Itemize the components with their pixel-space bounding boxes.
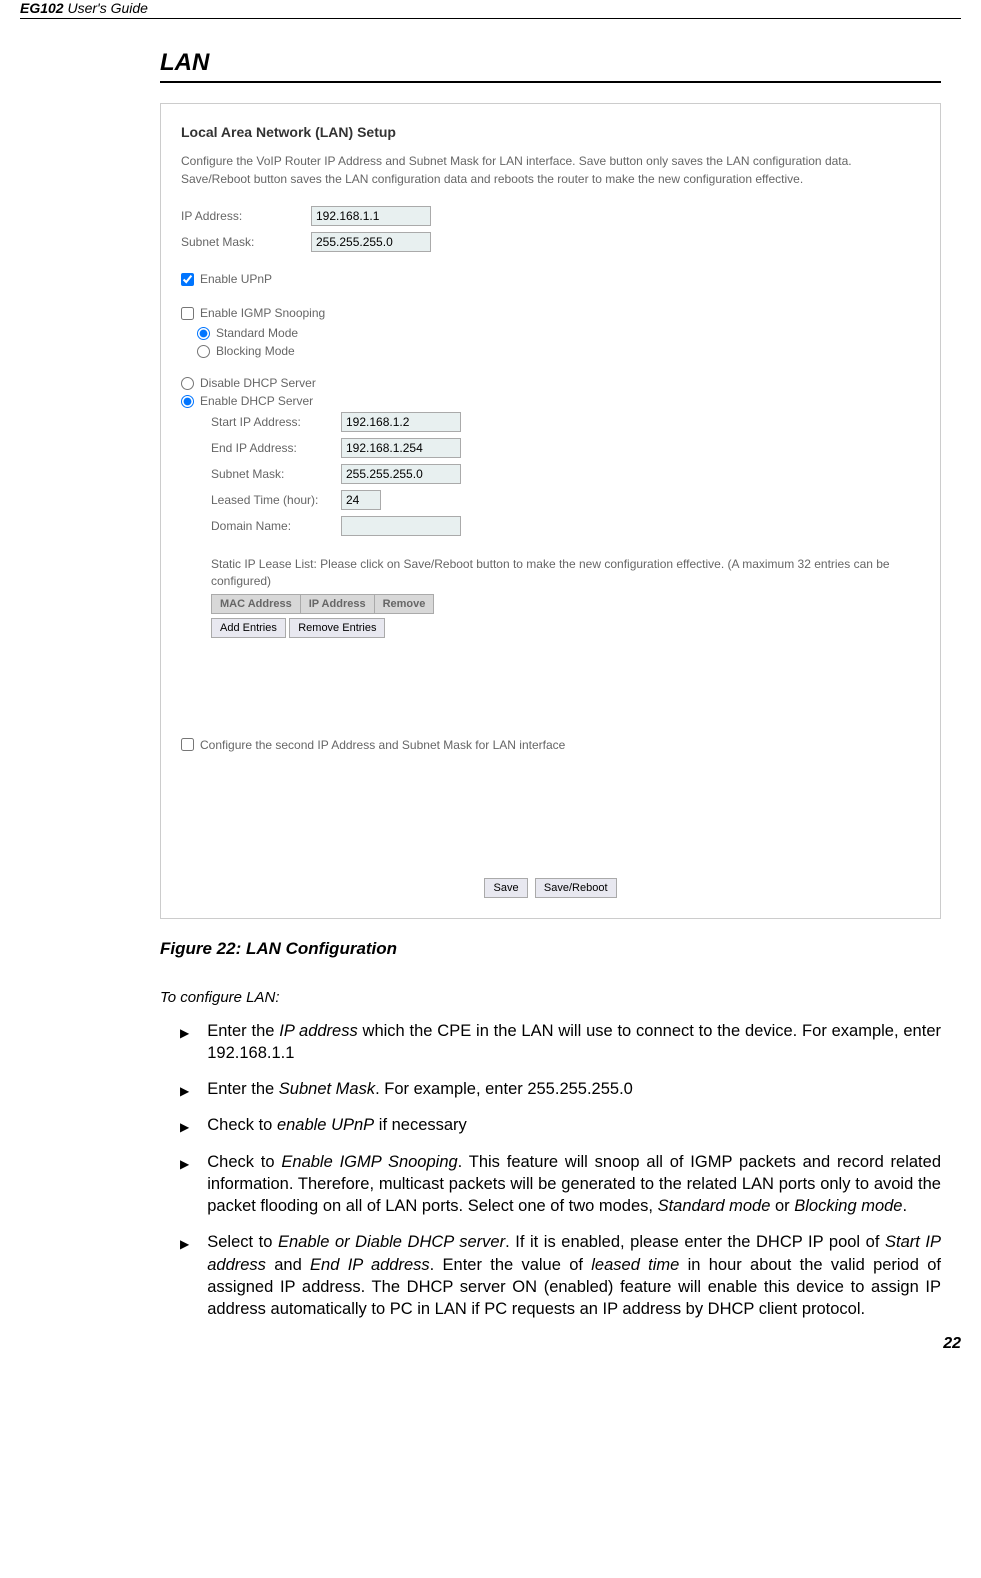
second-ip-row: Configure the second IP Address and Subn… [181,738,920,752]
save-button[interactable]: Save [484,878,527,898]
ip-address-input[interactable] [311,206,431,226]
domain-name-row: Domain Name: [211,516,920,536]
enable-dhcp-radio[interactable] [181,395,194,408]
end-ip-input[interactable] [341,438,461,458]
bullet-marker-icon: ▶ [180,1119,189,1136]
enable-dhcp-row: Enable DHCP Server [181,394,920,408]
subnet-mask-input[interactable] [311,232,431,252]
enable-upnp-row: Enable UPnP [181,272,920,286]
domain-name-label: Domain Name: [211,519,341,533]
bullet-item-2: ▶ Enter the Subnet Mask. For example, en… [180,1078,941,1100]
static-ip-table: MAC Address IP Address Remove [211,594,434,614]
bullet-list: ▶ Enter the IP address which the CPE in … [180,1020,941,1321]
dhcp-subnet-row: Subnet Mask: [211,464,920,484]
ip-address-label: IP Address: [181,209,311,223]
start-ip-label: Start IP Address: [211,415,341,429]
enable-igmp-row: Enable IGMP Snooping [181,306,920,320]
standard-mode-radio[interactable] [197,327,210,340]
end-ip-label: End IP Address: [211,441,341,455]
dhcp-subnet-input[interactable] [341,464,461,484]
enable-upnp-label: Enable UPnP [200,272,272,286]
static-ip-text: Static IP Lease List: Please click on Sa… [211,556,920,590]
header-title: EG102 User's Guide [20,0,148,16]
lan-setup-screenshot: Local Area Network (LAN) Setup Configure… [160,103,941,919]
second-ip-checkbox[interactable] [181,738,194,751]
config-heading: To configure LAN: [160,989,961,1006]
th-mac: MAC Address [212,594,301,613]
second-ip-label: Configure the second IP Address and Subn… [200,738,565,752]
enable-igmp-checkbox[interactable] [181,307,194,320]
disable-dhcp-radio[interactable] [181,377,194,390]
bullet-item-1: ▶ Enter the IP address which the CPE in … [180,1020,941,1065]
screenshot-description: Configure the VoIP Router IP Address and… [181,152,920,188]
remove-entries-button[interactable]: Remove Entries [289,618,385,638]
bullet-marker-icon: ▶ [180,1236,189,1320]
dhcp-subnet-label: Subnet Mask: [211,467,341,481]
bullet-item-4: ▶ Check to Enable IGMP Snooping. This fe… [180,1151,941,1218]
bullet-marker-icon: ▶ [180,1025,189,1065]
blocking-mode-label: Blocking Mode [216,344,295,358]
bullet-item-5: ▶ Select to Enable or Diable DHCP server… [180,1231,941,1320]
start-ip-row: Start IP Address: [211,412,920,432]
ip-address-row: IP Address: [181,206,920,226]
save-reboot-button[interactable]: Save/Reboot [535,878,617,898]
figure-caption: Figure 22: LAN Configuration [160,939,961,959]
screenshot-title: Local Area Network (LAN) Setup [181,124,920,140]
subnet-mask-row: Subnet Mask: [181,232,920,252]
page-header: EG102 User's Guide [20,0,961,19]
leased-time-label: Leased Time (hour): [211,493,341,507]
leased-time-input[interactable] [341,490,381,510]
enable-igmp-label: Enable IGMP Snooping [200,306,325,320]
enable-dhcp-label: Enable DHCP Server [200,394,313,408]
end-ip-row: End IP Address: [211,438,920,458]
page-number: 22 [20,1335,961,1353]
add-entries-button[interactable]: Add Entries [211,618,286,638]
bullet-item-3: ▶ Check to enable UPnP if necessary [180,1114,941,1136]
bullet-marker-icon: ▶ [180,1083,189,1100]
section-title: LAN [160,49,941,83]
standard-mode-row: Standard Mode [197,326,920,340]
disable-dhcp-row: Disable DHCP Server [181,376,920,390]
leased-time-row: Leased Time (hour): [211,490,920,510]
standard-mode-label: Standard Mode [216,326,298,340]
th-ip: IP Address [300,594,374,613]
th-remove: Remove [374,594,434,613]
blocking-mode-row: Blocking Mode [197,344,920,358]
domain-name-input[interactable] [341,516,461,536]
blocking-mode-radio[interactable] [197,345,210,358]
disable-dhcp-label: Disable DHCP Server [200,376,316,390]
start-ip-input[interactable] [341,412,461,432]
bullet-marker-icon: ▶ [180,1156,189,1218]
subnet-mask-label: Subnet Mask: [181,235,311,249]
enable-upnp-checkbox[interactable] [181,273,194,286]
